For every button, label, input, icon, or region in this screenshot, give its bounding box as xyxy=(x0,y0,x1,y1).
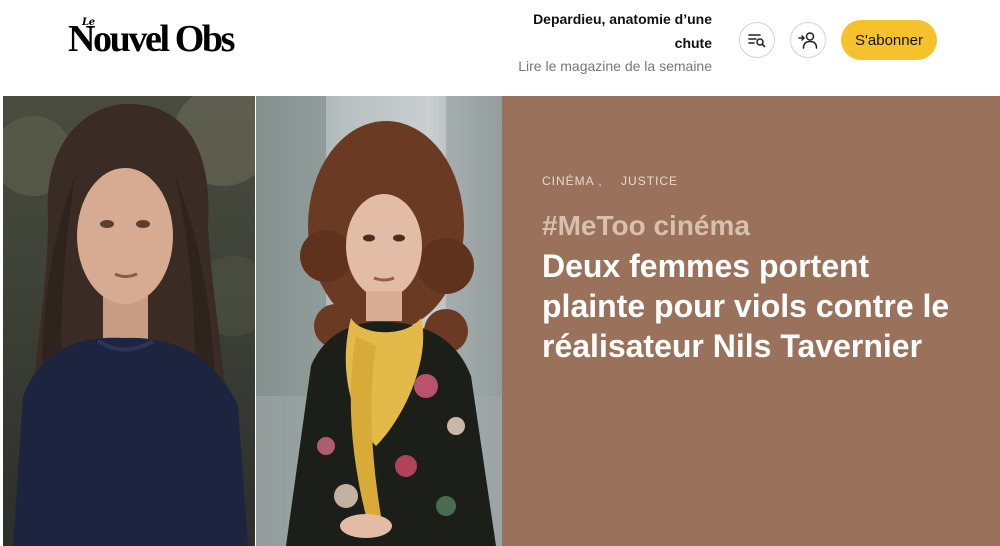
portrait-woman-left xyxy=(3,96,255,546)
portrait-woman-right xyxy=(256,96,502,546)
article-photo-right[interactable] xyxy=(256,96,502,546)
hero-article[interactable]: CINÉMA , JUSTICE #MeToo cinéma Deux femm… xyxy=(3,96,1000,546)
magazine-promo[interactable]: Depardieu, anatomie d’une chute Lire le … xyxy=(512,7,712,77)
menu-search-button[interactable] xyxy=(739,22,775,58)
logo-name: Nouvel Obs xyxy=(68,18,235,60)
category-justice[interactable]: JUSTICE xyxy=(621,174,678,188)
magazine-subtitle[interactable]: Lire le magazine de la semaine xyxy=(512,55,712,77)
article-headline[interactable]: Deux femmes portent plainte pour viols c… xyxy=(542,246,962,366)
account-button[interactable] xyxy=(790,22,826,58)
user-add-icon xyxy=(798,32,818,49)
magazine-title[interactable]: Depardieu, anatomie d’une chute xyxy=(512,7,712,55)
article-photo-left[interactable] xyxy=(3,96,255,546)
site-header: Le Nouvel Obs Depardieu, anatomie d’une … xyxy=(0,0,1000,96)
article-categories: CINÉMA , JUSTICE xyxy=(542,174,692,188)
article-text-panel[interactable]: CINÉMA , JUSTICE #MeToo cinéma Deux femm… xyxy=(502,96,1000,546)
subscribe-button[interactable]: S'abonner xyxy=(841,20,937,60)
article-kicker: #MeToo cinéma xyxy=(542,210,750,241)
site-logo[interactable]: Le Nouvel Obs xyxy=(68,16,264,58)
category-cinema[interactable]: CINÉMA , xyxy=(542,174,603,188)
menu-search-icon xyxy=(748,34,766,48)
